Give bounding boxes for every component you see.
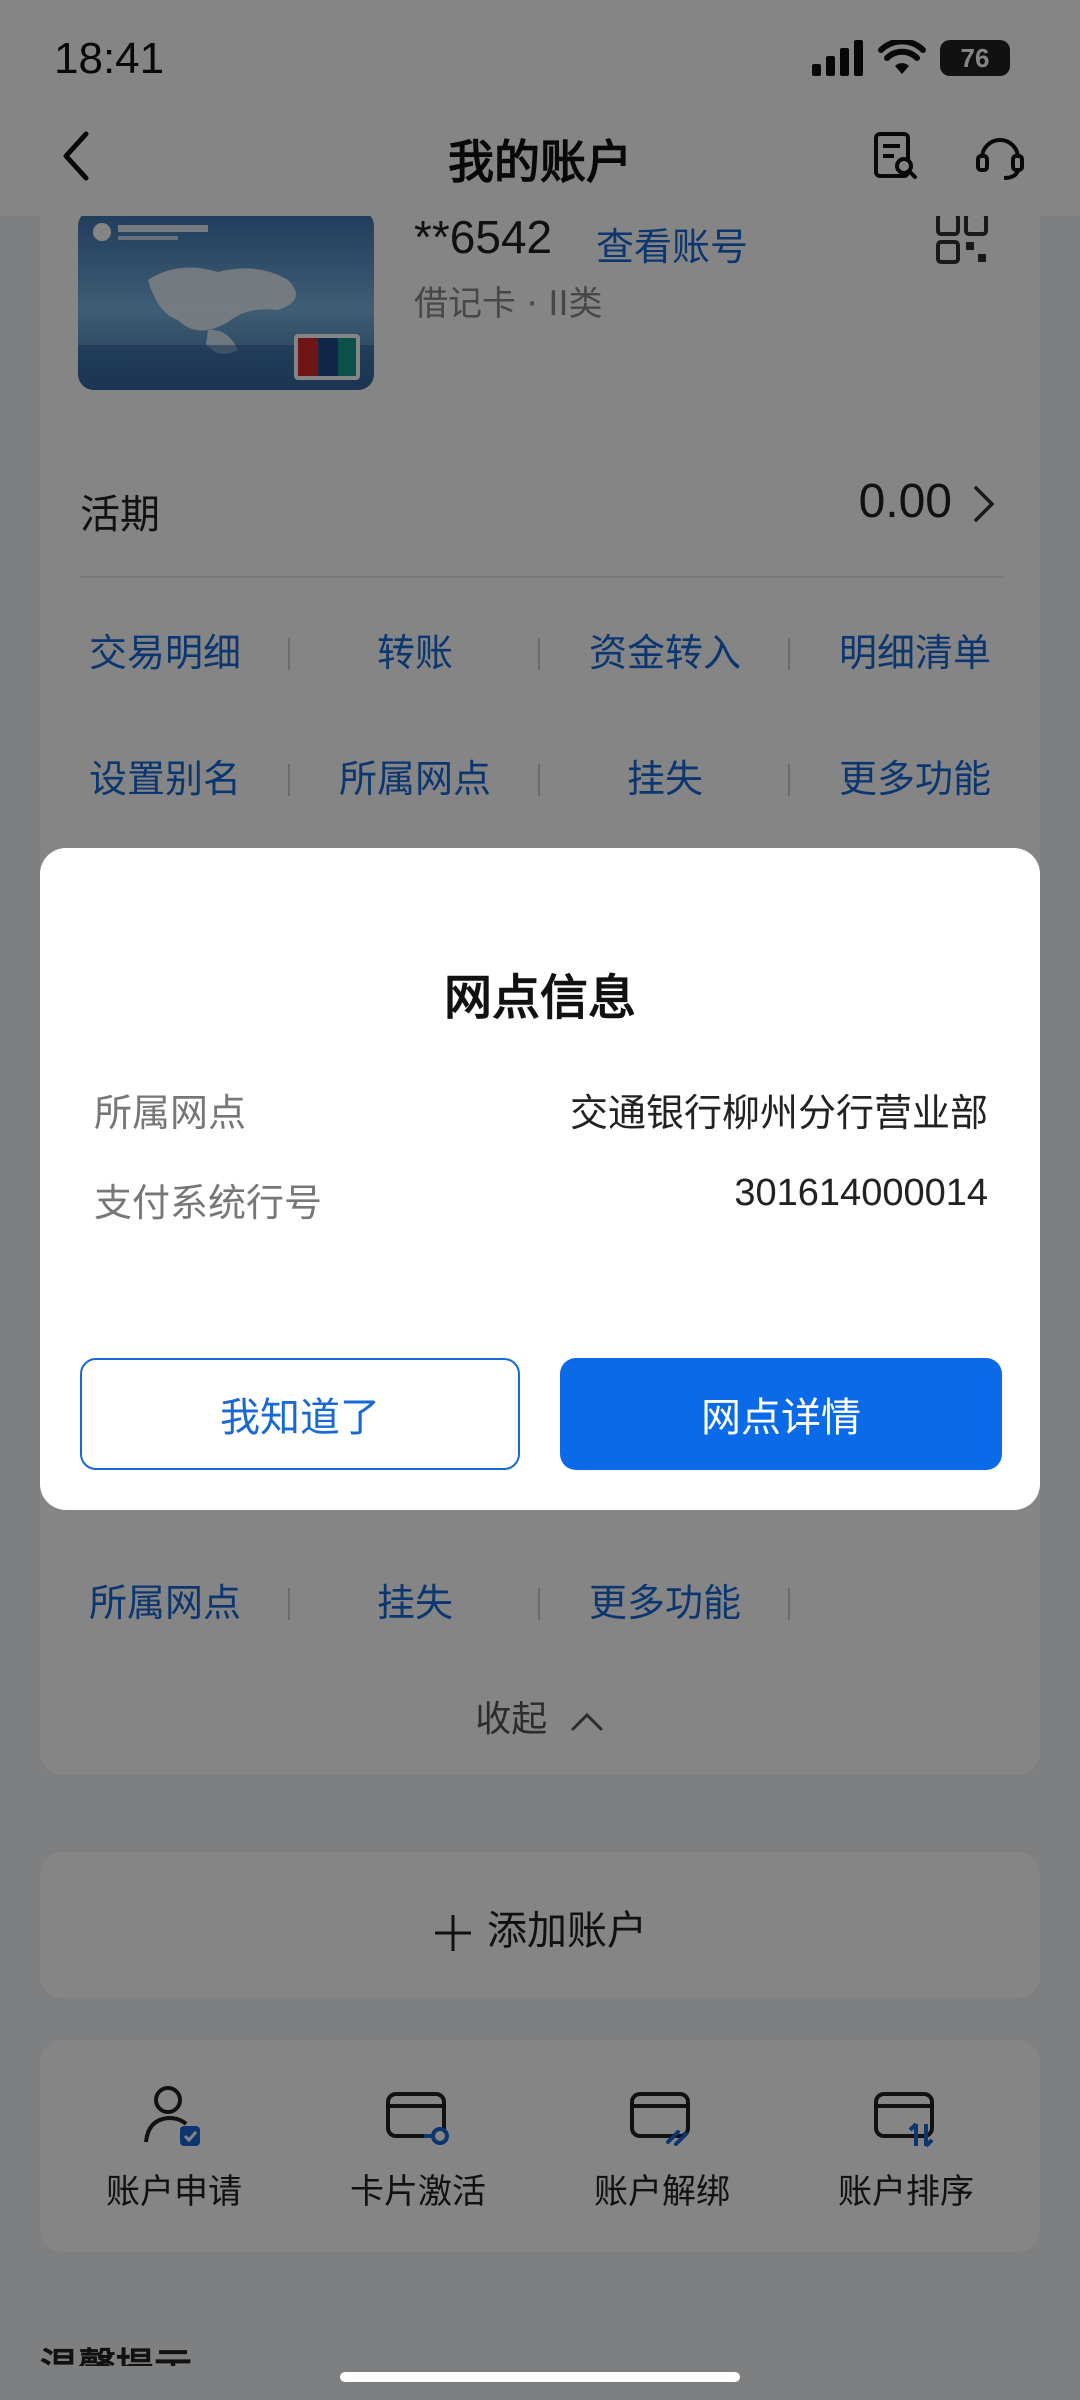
dismiss-button[interactable]: 我知道了: [80, 1358, 520, 1470]
branch-detail-button[interactable]: 网点详情: [560, 1358, 1002, 1470]
bank-code-label: 支付系统行号: [94, 1181, 323, 1225]
dialog-title: 网点信息: [443, 970, 636, 1026]
branch-label: 所属网点: [94, 1091, 247, 1135]
bank-code-value: 301614000014: [734, 1172, 988, 1214]
home-indicator[interactable]: [340, 2372, 740, 2382]
branch-value: 交通银行柳州分行营业部: [569, 1091, 988, 1135]
